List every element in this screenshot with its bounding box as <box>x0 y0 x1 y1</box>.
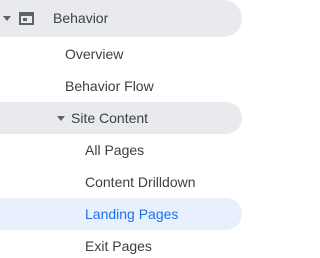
nav-item-label: Landing Pages <box>85 206 179 222</box>
nav-item-all-pages[interactable]: All Pages <box>0 134 242 166</box>
nav-section-label: Behavior <box>53 10 109 26</box>
analytics-sidebar-nav: Behavior Overview Behavior Flow Site Con… <box>0 0 253 258</box>
behavior-window-icon <box>19 12 34 25</box>
nav-item-overview[interactable]: Overview <box>0 38 242 70</box>
nav-section-behavior[interactable]: Behavior <box>0 0 242 37</box>
caret-down-icon[interactable] <box>3 16 11 21</box>
nav-item-exit-pages[interactable]: Exit Pages <box>0 230 242 258</box>
nav-item-behavior-flow[interactable]: Behavior Flow <box>0 70 242 102</box>
nav-item-content-drilldown[interactable]: Content Drilldown <box>0 166 242 198</box>
nav-subsection-site-content[interactable]: Site Content <box>0 102 242 134</box>
nav-item-label: Content Drilldown <box>85 174 196 190</box>
nav-item-label: Overview <box>65 46 124 62</box>
nav-item-label: Behavior Flow <box>65 78 154 94</box>
nav-item-label: All Pages <box>85 142 145 158</box>
nav-subsection-label: Site Content <box>71 110 149 126</box>
nav-item-label: Exit Pages <box>85 238 152 254</box>
caret-down-icon[interactable] <box>57 116 65 121</box>
nav-item-landing-pages[interactable]: Landing Pages <box>0 198 242 230</box>
